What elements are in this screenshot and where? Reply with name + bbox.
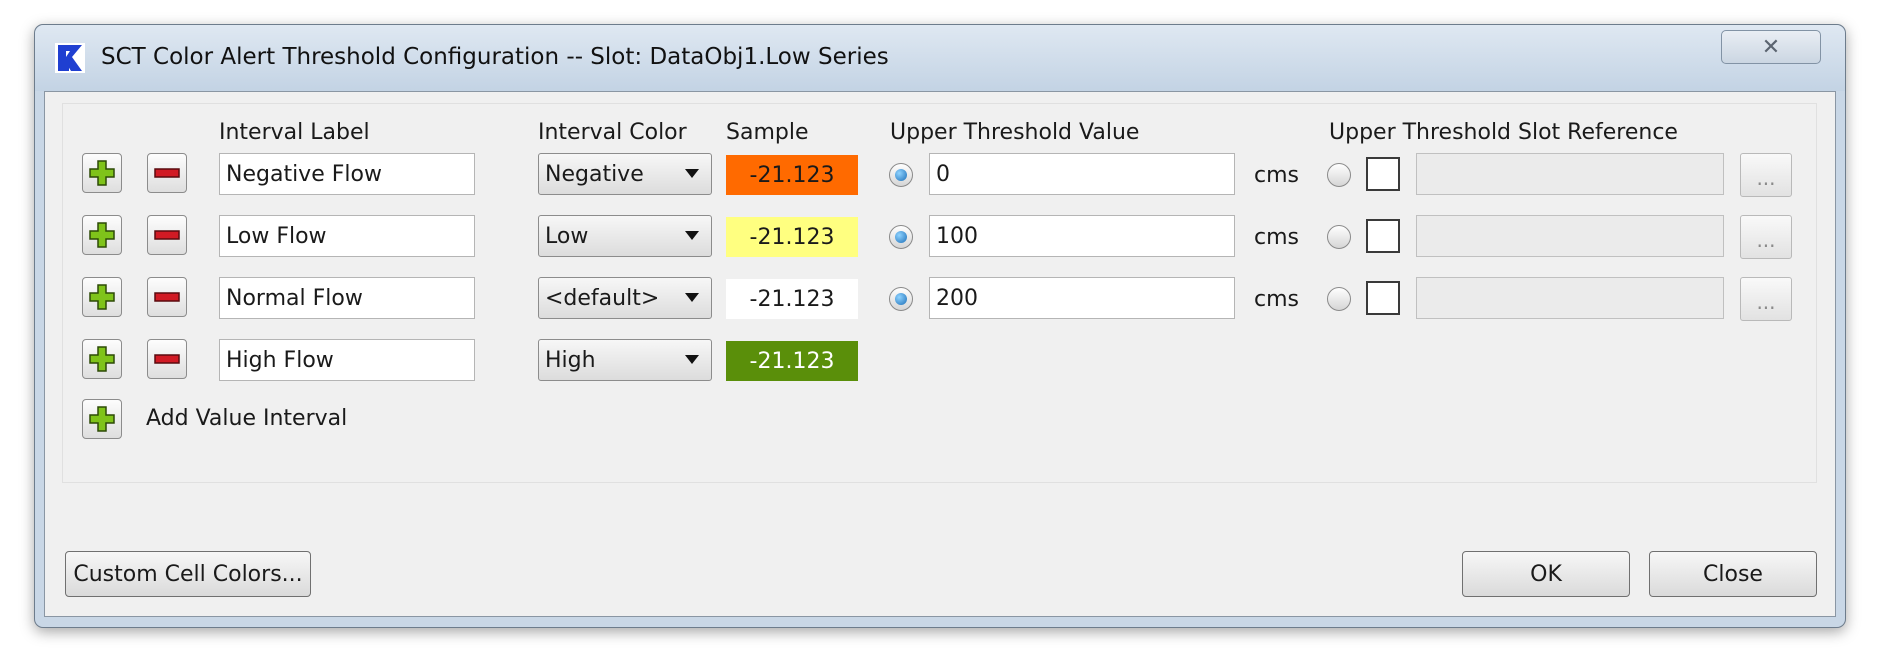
interval-row: Negative Flow Negative -21.123 0 cms ... xyxy=(63,153,1816,199)
slot-reference-field[interactable] xyxy=(1416,277,1724,319)
slot-reference-field[interactable] xyxy=(1416,153,1724,195)
add-value-interval-label: Add Value Interval xyxy=(146,406,348,431)
interval-color-dropdown[interactable]: Negative xyxy=(538,153,712,195)
slot-reference-checkbox[interactable] xyxy=(1366,281,1400,315)
slot-reference-radio[interactable] xyxy=(1327,225,1351,249)
interval-color-dropdown[interactable]: <default> xyxy=(538,277,712,319)
plus-icon xyxy=(89,346,115,372)
interval-row: High Flow High -21.123 xyxy=(63,339,1816,385)
plus-icon xyxy=(89,160,115,186)
minus-icon xyxy=(154,230,180,240)
interval-color-dropdown[interactable]: Low xyxy=(538,215,712,257)
slot-reference-field[interactable] xyxy=(1416,215,1724,257)
insert-interval-button[interactable] xyxy=(82,215,122,255)
slot-reference-checkbox[interactable] xyxy=(1366,157,1400,191)
remove-interval-button[interactable] xyxy=(147,339,187,379)
browse-slot-button[interactable]: ... xyxy=(1740,215,1792,259)
header-sample: Sample xyxy=(726,120,809,145)
sample-text: -21.123 xyxy=(749,286,835,312)
chevron-down-icon xyxy=(685,293,699,302)
intervals-panel: Interval Label Interval Color Sample Upp… xyxy=(62,103,1817,483)
slot-reference-radio[interactable] xyxy=(1327,287,1351,311)
insert-interval-button[interactable] xyxy=(82,277,122,317)
insert-interval-button[interactable] xyxy=(82,339,122,379)
close-icon: ✕ xyxy=(1761,34,1781,60)
interval-color-value: Low xyxy=(545,223,589,249)
sample-text: -21.123 xyxy=(749,162,835,188)
interval-label-input[interactable]: Normal Flow xyxy=(219,277,475,319)
interval-label-input[interactable]: Low Flow xyxy=(219,215,475,257)
minus-icon xyxy=(154,292,180,302)
radio-selected-dot xyxy=(895,293,907,305)
threshold-value-input[interactable]: 100 xyxy=(929,215,1235,257)
custom-cell-colors-button[interactable]: Custom Cell Colors... xyxy=(65,551,311,597)
interval-label-input[interactable]: High Flow xyxy=(219,339,475,381)
add-value-interval-button[interactable] xyxy=(82,399,122,439)
sample-swatch: -21.123 xyxy=(726,279,858,319)
browse-slot-button[interactable]: ... xyxy=(1740,153,1792,197)
header-upper-threshold-value: Upper Threshold Value xyxy=(890,120,1140,145)
radio-selected-dot xyxy=(895,169,907,181)
threshold-value-radio[interactable] xyxy=(889,225,913,249)
interval-color-value: High xyxy=(545,347,596,373)
window-close-button[interactable]: ✕ xyxy=(1721,30,1821,64)
close-button[interactable]: Close xyxy=(1649,551,1817,597)
header-interval-color: Interval Color xyxy=(538,120,687,145)
insert-interval-button[interactable] xyxy=(82,153,122,193)
minus-icon xyxy=(154,168,180,178)
threshold-value-radio[interactable] xyxy=(889,287,913,311)
threshold-unit: cms xyxy=(1254,287,1299,312)
threshold-value-radio[interactable] xyxy=(889,163,913,187)
threshold-value-input[interactable]: 0 xyxy=(929,153,1235,195)
sample-text: -21.123 xyxy=(749,348,835,374)
interval-color-value: <default> xyxy=(545,285,660,311)
title-bar[interactable]: SCT Color Alert Threshold Configuration … xyxy=(35,25,1845,91)
sample-swatch: -21.123 xyxy=(726,155,858,195)
interval-color-dropdown[interactable]: High xyxy=(538,339,712,381)
remove-interval-button[interactable] xyxy=(147,215,187,255)
remove-interval-button[interactable] xyxy=(147,277,187,317)
plus-icon xyxy=(89,222,115,248)
browse-slot-button[interactable]: ... xyxy=(1740,277,1792,321)
threshold-unit: cms xyxy=(1254,163,1299,188)
chevron-down-icon xyxy=(685,231,699,240)
radio-selected-dot xyxy=(895,231,907,243)
chevron-down-icon xyxy=(685,355,699,364)
header-interval-label: Interval Label xyxy=(219,120,370,145)
ok-button[interactable]: OK xyxy=(1462,551,1630,597)
window-title: SCT Color Alert Threshold Configuration … xyxy=(101,44,889,70)
plus-icon xyxy=(89,406,115,432)
plus-icon xyxy=(89,284,115,310)
slot-reference-checkbox[interactable] xyxy=(1366,219,1400,253)
app-logo-icon xyxy=(55,43,85,73)
header-upper-threshold-slot-reference: Upper Threshold Slot Reference xyxy=(1329,120,1678,145)
interval-color-value: Negative xyxy=(545,161,644,187)
chevron-down-icon xyxy=(685,169,699,178)
sample-swatch: -21.123 xyxy=(726,341,858,381)
remove-interval-button[interactable] xyxy=(147,153,187,193)
sample-swatch: -21.123 xyxy=(726,217,858,257)
dialog-window: SCT Color Alert Threshold Configuration … xyxy=(34,24,1846,628)
interval-label-input[interactable]: Negative Flow xyxy=(219,153,475,195)
dialog-client-area: Interval Label Interval Color Sample Upp… xyxy=(44,91,1836,617)
interval-row: Low Flow Low -21.123 100 cms ... xyxy=(63,215,1816,261)
interval-row: Normal Flow <default> -21.123 200 cms ..… xyxy=(63,277,1816,323)
threshold-unit: cms xyxy=(1254,225,1299,250)
minus-icon xyxy=(154,354,180,364)
sample-text: -21.123 xyxy=(749,224,835,250)
threshold-value-input[interactable]: 200 xyxy=(929,277,1235,319)
slot-reference-radio[interactable] xyxy=(1327,163,1351,187)
